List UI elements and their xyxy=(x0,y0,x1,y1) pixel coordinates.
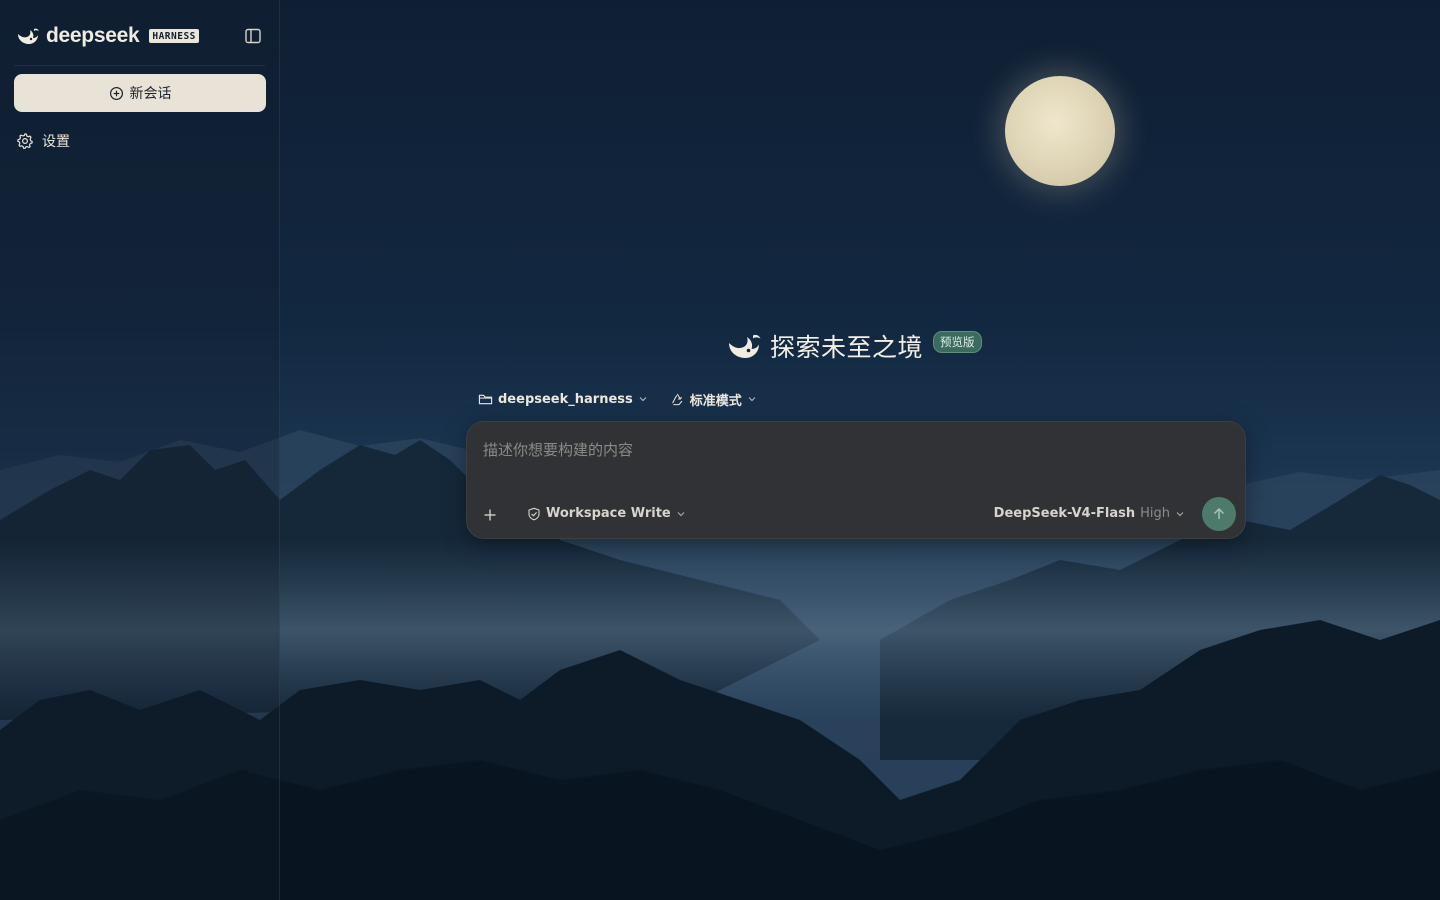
model-name: DeepSeek-V4-Flash xyxy=(993,506,1136,521)
plus-circle-icon xyxy=(109,86,123,100)
model-selector[interactable]: DeepSeek-V4-Flash High xyxy=(994,506,1185,521)
context-row: deepseek_harness 标准模式 xyxy=(478,389,757,409)
composer: Workspace Write DeepSeek-V4-Flash High xyxy=(466,421,1246,539)
gear-icon xyxy=(17,133,33,149)
deepseek-whale-icon xyxy=(18,28,39,44)
attach-button[interactable] xyxy=(479,504,501,526)
folder-icon xyxy=(478,394,493,404)
sidebar-item-settings[interactable]: 设置 xyxy=(16,130,70,152)
preview-badge: 预览版 xyxy=(933,331,982,353)
hero-title: 探索未至之境 xyxy=(770,333,924,362)
brand: deepseek HARNESS xyxy=(16,24,199,48)
mode-selector[interactable]: 标准模式 xyxy=(670,390,757,409)
brand-badge: HARNESS xyxy=(149,29,199,43)
plus-icon xyxy=(484,509,496,521)
chevron-down-icon xyxy=(677,511,685,516)
brand-name: deepseek xyxy=(46,24,140,47)
mode-label: 标准模式 xyxy=(689,393,742,409)
hero: 探索未至之境 预览版 xyxy=(726,328,982,364)
workspace-label: deepseek_harness xyxy=(498,391,633,407)
permission-selector[interactable]: Workspace Write xyxy=(527,506,686,521)
settings-label: 设置 xyxy=(42,134,70,150)
sidebar-toggle-button[interactable] xyxy=(244,27,262,45)
sidebar-divider xyxy=(14,65,265,66)
new-chat-label: 新会话 xyxy=(129,85,172,101)
recycle-icon xyxy=(672,393,682,405)
permission-label: Workspace Write xyxy=(546,506,671,521)
chevron-down-icon xyxy=(639,397,647,402)
chevron-down-icon xyxy=(748,397,756,402)
moon xyxy=(1005,76,1115,186)
prompt-input[interactable] xyxy=(483,438,1183,462)
workspace-selector[interactable]: deepseek_harness xyxy=(478,392,648,407)
chevron-down-icon xyxy=(1176,511,1184,516)
model-effort: High xyxy=(1140,506,1170,521)
shield-check-icon xyxy=(528,507,540,520)
new-chat-button[interactable]: 新会话 xyxy=(14,74,266,112)
sidebar: deepseek HARNESS 新会话 设置 xyxy=(0,0,280,900)
send-button[interactable] xyxy=(1202,497,1236,531)
deepseek-whale-icon xyxy=(729,334,761,358)
arrow-up-icon xyxy=(1213,507,1225,519)
sidebar-toggle-icon xyxy=(245,28,261,44)
